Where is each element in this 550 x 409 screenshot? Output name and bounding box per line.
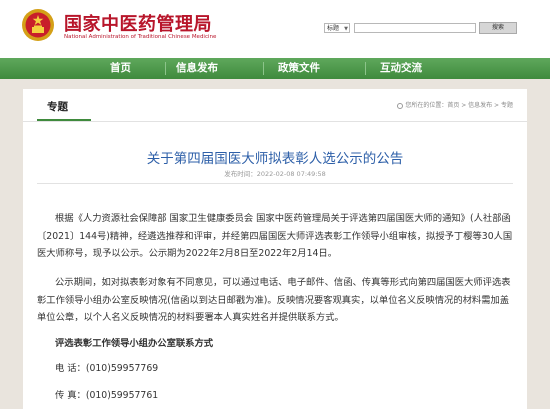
contact-phone: 电 话：(010)59957769 — [37, 360, 515, 378]
nav-divider — [165, 62, 166, 75]
nav-divider — [263, 62, 264, 75]
search-scope-select[interactable]: 标题 ▼ — [324, 23, 350, 33]
title-divider — [37, 183, 513, 184]
site-title[interactable]: 国家中医药管理局 — [64, 10, 212, 36]
section-bar: 专题 您所在的位置：首页 > 信息发布 > 专题 — [23, 89, 527, 122]
contact-fax: 传 真：(010)59957761 — [37, 387, 515, 405]
nav-divider — [365, 62, 366, 75]
search-scope-value: 标题 — [327, 25, 340, 32]
paragraph-text: 公示期间，如对拟表彰对象有不同意见，可以通过电话、电子邮件、信函、传真等形式向第… — [37, 277, 511, 323]
chevron-down-icon: ▼ — [344, 26, 348, 32]
paragraph-text: 根据《人力资源社会保障部 国家卫生健康委员会 国家中医药管理局关于评选第四届国医… — [37, 213, 513, 259]
nav-item-news[interactable]: 信息发布 — [176, 58, 218, 79]
section-tab-underline — [37, 119, 91, 121]
content-panel: 专题 您所在的位置：首页 > 信息发布 > 专题 关于第四届国医大师拟表彰人选公… — [23, 89, 527, 409]
search-button[interactable]: 搜索 — [479, 22, 517, 34]
site-header: 国家中医药管理局 National Administration of Trad… — [0, 0, 550, 58]
contact-heading-text: 评选表彰工作领导小组办公室联系方式 — [55, 338, 214, 349]
main-nav: 首页 信息发布 政策文件 互动交流 — [0, 58, 550, 79]
national-emblem-icon[interactable] — [21, 8, 55, 42]
article-date: 发布时间：2022-02-08 07:49:58 — [224, 170, 326, 178]
section-tab[interactable]: 专题 — [47, 99, 68, 114]
contact-phone-text: 电 话：(010)59957769 — [55, 363, 159, 374]
search-input[interactable] — [354, 23, 476, 33]
location-icon — [397, 102, 404, 109]
breadcrumb[interactable]: 您所在的位置：首页 > 信息发布 > 专题 — [397, 100, 513, 109]
article-paragraph: 根据《人力资源社会保障部 国家卫生健康委员会 国家中医药管理局关于评选第四届国医… — [37, 210, 515, 263]
article-title: 关于第四届国医大师拟表彰人选公示的公告 — [146, 151, 404, 167]
nav-item-interaction[interactable]: 互动交流 — [380, 58, 422, 79]
contact-heading: 评选表彰工作领导小组办公室联系方式 — [37, 335, 515, 353]
site-subtitle: National Administration of Traditional C… — [64, 34, 217, 40]
article-paragraph: 公示期间，如对拟表彰对象有不同意见，可以通过电话、电子邮件、信函、传真等形式向第… — [37, 274, 515, 327]
contact-fax-text: 传 真：(010)59957761 — [55, 390, 159, 401]
nav-item-home[interactable]: 首页 — [110, 58, 131, 79]
nav-item-policy[interactable]: 政策文件 — [278, 58, 320, 79]
breadcrumb-text: 您所在的位置：首页 > 信息发布 > 专题 — [405, 102, 513, 109]
